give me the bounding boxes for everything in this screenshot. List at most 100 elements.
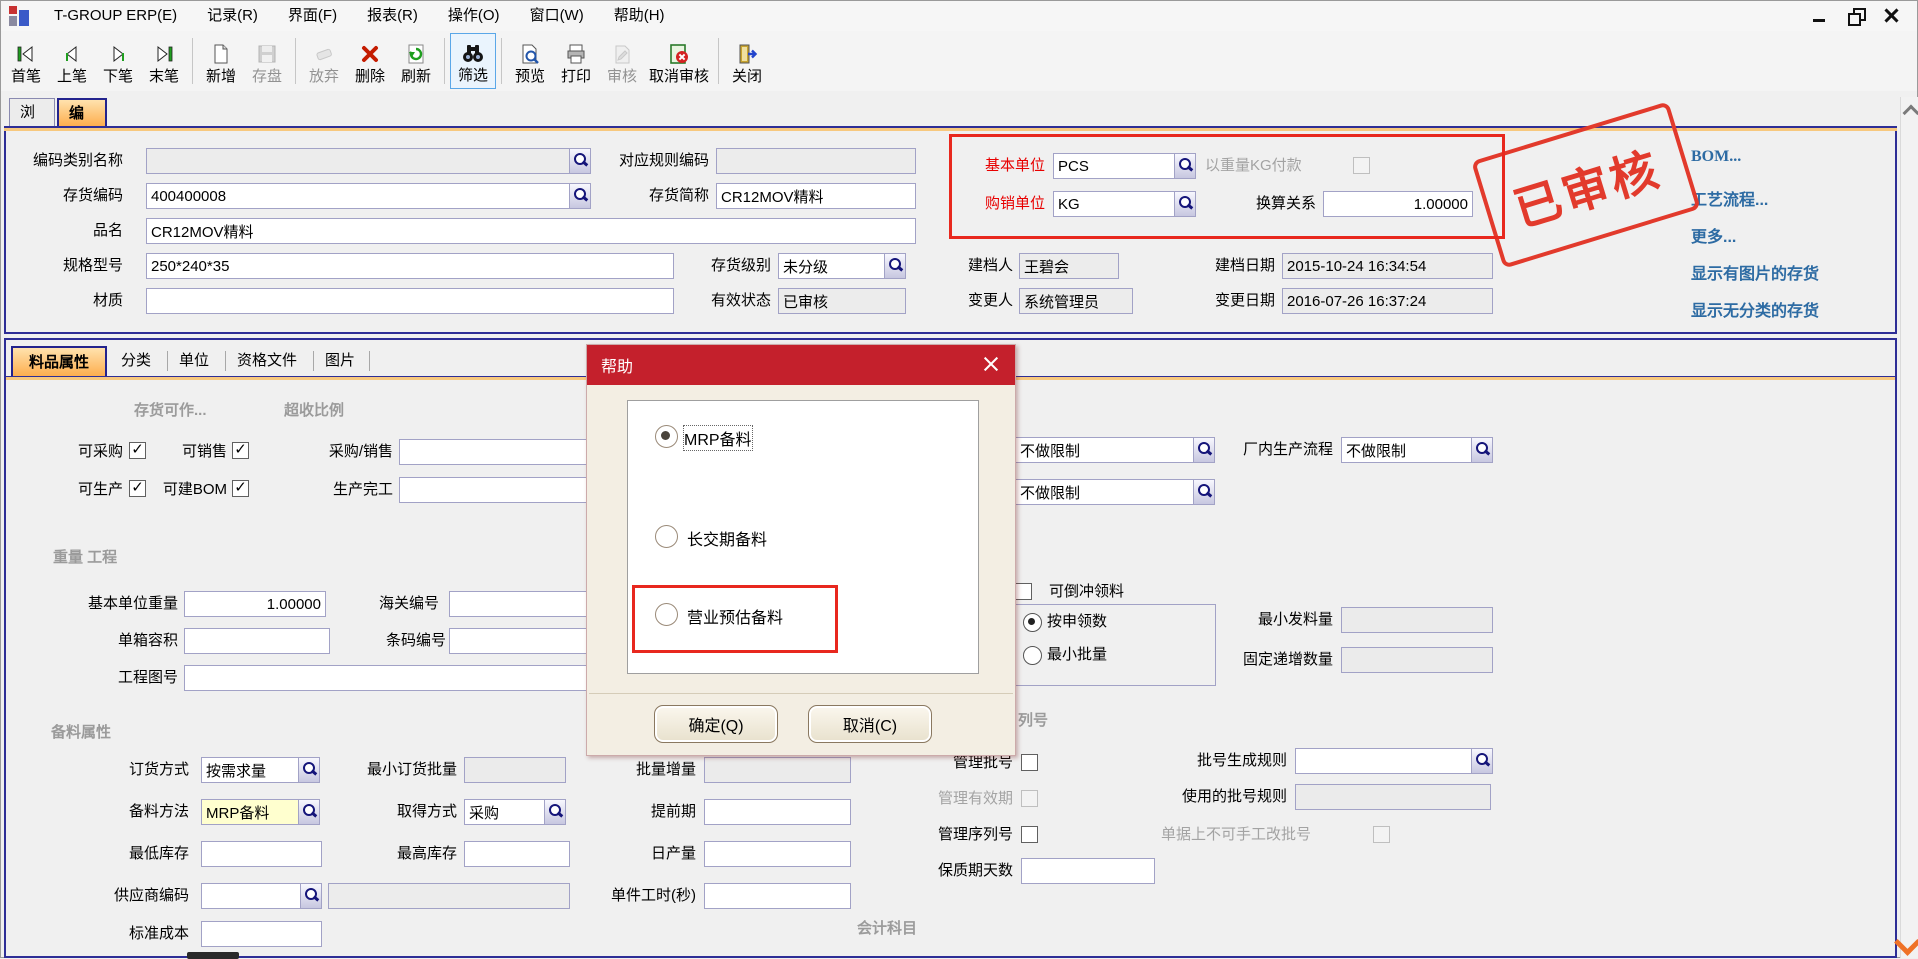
pay-by-weight-checkbox[interactable] (1353, 157, 1370, 174)
lookup-icon[interactable] (1174, 192, 1195, 216)
std-cost-field[interactable] (201, 921, 322, 947)
menu-item-record[interactable]: 记录(R) (192, 1, 273, 31)
save-button[interactable]: 存盘 (244, 33, 290, 89)
option-mrp-label[interactable]: MRP备料 (684, 426, 752, 450)
close-button[interactable]: 关闭 (724, 33, 770, 89)
ok-button[interactable]: 确定(Q) (654, 705, 778, 743)
lookup-icon[interactable] (1193, 438, 1214, 462)
discard-button[interactable]: 放弃 (301, 33, 347, 89)
order-mode-field[interactable]: 按需求量 (201, 757, 320, 783)
daily-output-field[interactable] (704, 841, 851, 867)
by-request-radio[interactable] (1023, 613, 1042, 632)
menu-item-report[interactable]: 报表(R) (352, 1, 433, 31)
unit-time-field[interactable] (704, 883, 851, 909)
tab-classification[interactable]: 分类 (113, 346, 159, 376)
dialog-close-icon[interactable] (981, 355, 1001, 375)
lead-time-field[interactable] (704, 799, 851, 825)
option-sales-forecast-radio[interactable] (655, 603, 678, 626)
cancel-button[interactable]: 取消(C) (808, 705, 932, 743)
minimize-icon[interactable] (1809, 7, 1831, 25)
tab-units[interactable]: 单位 (171, 346, 217, 376)
min-stock-field[interactable] (201, 841, 322, 867)
no-manual-lot-checkbox[interactable] (1373, 826, 1390, 843)
tab-pictures[interactable]: 图片 (317, 346, 363, 376)
refresh-button[interactable]: 刷新 (393, 33, 439, 89)
lookup-icon[interactable] (569, 149, 590, 173)
option-mrp-radio[interactable] (655, 425, 678, 448)
acquire-mode-field[interactable]: 采购 (464, 799, 566, 825)
prod-finish-ratio-field[interactable] (399, 477, 589, 503)
delete-button[interactable]: 删除 (347, 33, 393, 89)
last-record-button[interactable]: 末笔 (141, 33, 187, 89)
option-sales-forecast-label[interactable]: 营业预估备料 (687, 604, 783, 628)
box-volume-field[interactable] (184, 628, 330, 654)
prep-method-field[interactable]: MRP备料 (201, 799, 320, 825)
limit2-field[interactable]: 不做限制 (1015, 479, 1215, 505)
menu-item-window[interactable]: 窗口(W) (515, 1, 599, 31)
new-button[interactable]: 新增 (198, 33, 244, 89)
item-name-field[interactable]: CR12MOV精料 (146, 218, 916, 244)
restore-icon[interactable] (1845, 7, 1867, 25)
lookup-icon[interactable] (544, 800, 565, 824)
close-window-icon[interactable] (1881, 7, 1903, 25)
lookup-icon[interactable] (569, 184, 590, 208)
lookup-icon[interactable] (300, 884, 321, 908)
lookup-icon[interactable] (1174, 154, 1195, 178)
link-more[interactable]: 更多... (1691, 223, 1736, 247)
backflush-checkbox[interactable] (1015, 583, 1032, 600)
item-level-field[interactable]: 未分级 (778, 253, 906, 279)
cancel-audit-button[interactable]: 取消审核 (645, 33, 713, 89)
min-batch-radio[interactable] (1023, 646, 1042, 665)
manage-serial-checkbox[interactable] (1021, 826, 1038, 843)
link-process-flow[interactable]: 工艺流程... (1691, 186, 1768, 210)
conversion-field[interactable]: 1.00000 (1323, 191, 1473, 217)
lookup-icon[interactable] (298, 800, 319, 824)
item-alias-field[interactable]: CR12MOV精料 (716, 183, 916, 209)
option-long-leadtime-label[interactable]: 长交期备料 (687, 526, 767, 550)
purchase-sale-ratio-field[interactable] (399, 439, 589, 465)
trade-unit-field[interactable]: KG (1053, 191, 1196, 217)
shelf-days-field[interactable] (1021, 858, 1155, 884)
tab-edit[interactable]: 编辑 (57, 98, 107, 126)
menu-item-help[interactable]: 帮助(H) (599, 1, 680, 31)
manage-lot-checkbox[interactable] (1021, 754, 1038, 771)
tab-item-attributes[interactable]: 料品属性 (11, 346, 107, 376)
preview-button[interactable]: 预览 (507, 33, 553, 89)
rule-code-field[interactable] (716, 148, 916, 174)
purchasable-checkbox[interactable] (129, 442, 146, 459)
lookup-icon[interactable] (1471, 749, 1492, 773)
lookup-icon[interactable] (884, 254, 905, 278)
prev-record-button[interactable]: 上笔 (49, 33, 95, 89)
tab-qualification-files[interactable]: 资格文件 (229, 346, 305, 376)
sellable-checkbox[interactable] (232, 442, 249, 459)
menu-item-app[interactable]: T-GROUP ERP(E) (39, 1, 192, 31)
filter-button[interactable]: 筛选 (450, 33, 496, 89)
can-bom-checkbox[interactable] (232, 480, 249, 497)
link-show-unclassified[interactable]: 显示无分类的存货 (1691, 297, 1819, 321)
factory-flow-field[interactable]: 不做限制 (1341, 437, 1493, 463)
menu-item-interface[interactable]: 界面(F) (273, 1, 352, 31)
next-record-button[interactable]: 下笔 (95, 33, 141, 89)
material-field[interactable] (146, 288, 674, 314)
first-record-button[interactable]: 首笔 (3, 33, 49, 89)
supplier-code-field[interactable] (201, 883, 322, 909)
link-show-with-images[interactable]: 显示有图片的存货 (1691, 260, 1819, 284)
lookup-icon[interactable] (1471, 438, 1492, 462)
spec-field[interactable]: 250*240*35 (146, 253, 674, 279)
base-weight-field[interactable]: 1.00000 (184, 591, 326, 617)
lookup-icon[interactable] (1193, 480, 1214, 504)
tab-browse[interactable]: 浏览 (9, 98, 55, 126)
coding-category-field[interactable] (146, 148, 591, 174)
lookup-icon[interactable] (298, 758, 319, 782)
menu-item-operation[interactable]: 操作(O) (433, 1, 515, 31)
help-dialog-titlebar[interactable]: 帮助 (587, 345, 1015, 385)
vertical-scrollbar[interactable] (1900, 97, 1918, 958)
print-button[interactable]: 打印 (553, 33, 599, 89)
lot-rule-field[interactable] (1295, 748, 1493, 774)
limit1-field[interactable]: 不做限制 (1015, 437, 1215, 463)
link-bom[interactable]: BOM... (1691, 148, 1741, 166)
option-long-leadtime-radio[interactable] (655, 525, 678, 548)
audit-button[interactable]: 审核 (599, 33, 645, 89)
manage-expiry-checkbox[interactable] (1021, 790, 1038, 807)
base-unit-field[interactable]: PCS (1053, 153, 1196, 179)
